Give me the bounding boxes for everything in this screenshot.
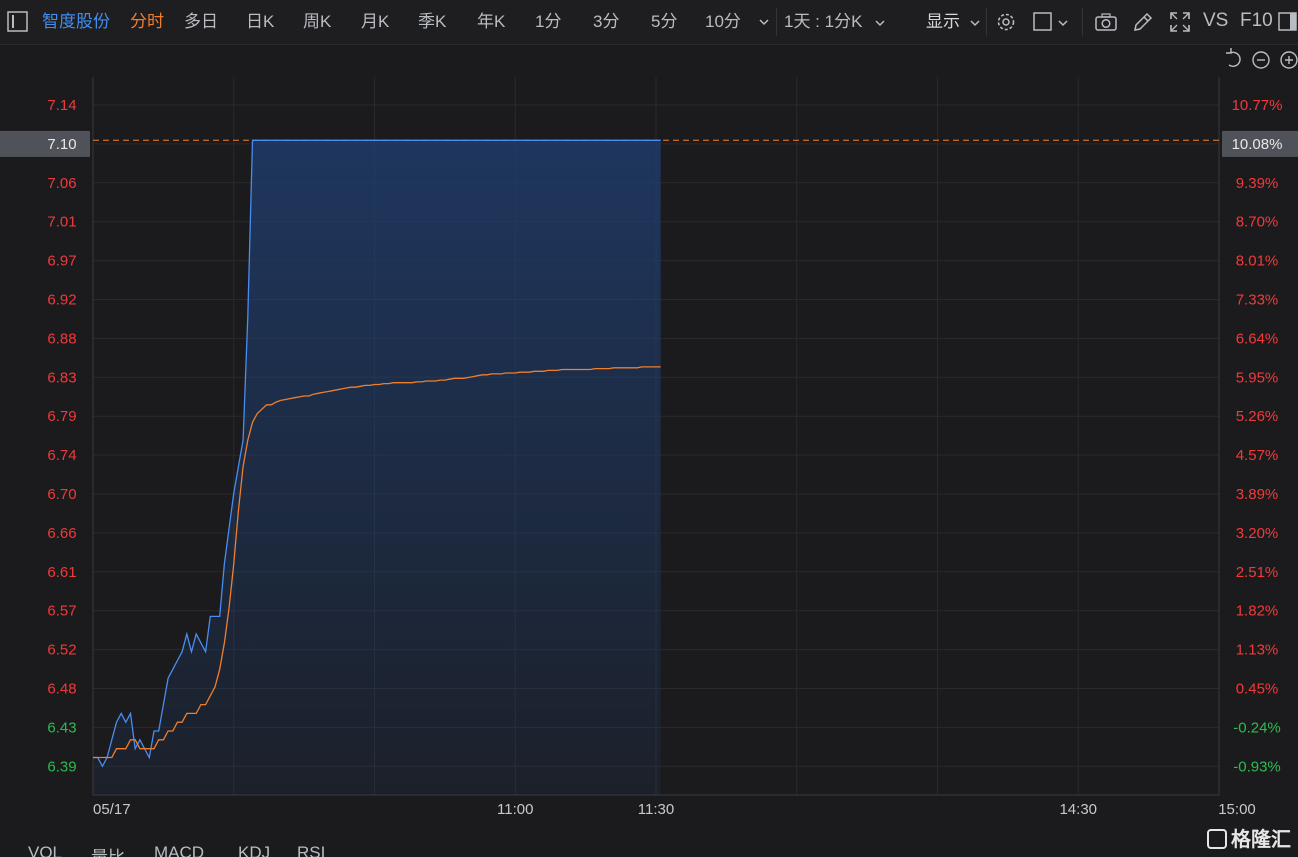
pct-tick-label: 1.13% <box>1236 642 1279 659</box>
pct-tick-label: 5.26% <box>1236 408 1279 425</box>
pct-tick-label: 8.01% <box>1236 253 1279 270</box>
more-intervals-chevron-icon[interactable] <box>758 13 770 35</box>
pct-tick-label: 1.82% <box>1236 603 1279 620</box>
price-tick-label: 6.79 <box>47 408 76 425</box>
camera-icon[interactable] <box>1094 10 1118 34</box>
tab-10min[interactable]: 10分 <box>705 11 741 33</box>
price-tick-label: 7.14 <box>47 97 76 114</box>
price-tick-label: 6.97 <box>47 253 76 270</box>
price-tick-label: 6.39 <box>47 758 76 775</box>
tab-yearly-k[interactable]: 年K <box>477 11 505 33</box>
pct-tick-label: 5.95% <box>1236 369 1279 386</box>
watermark: 格隆汇 <box>1207 823 1291 852</box>
price-tick-label: 6.83 <box>47 369 76 386</box>
price-tick-label: 6.66 <box>47 525 76 542</box>
time-tick-label: 15:00 <box>1218 801 1256 818</box>
tab-kdj[interactable]: KDJ <box>238 843 270 857</box>
price-tick-label: 6.61 <box>47 564 76 581</box>
window-icon[interactable] <box>1276 10 1298 34</box>
pct-tick-label: 3.20% <box>1236 525 1279 542</box>
time-tick-label: 14:30 <box>1059 801 1097 818</box>
layout-square-icon[interactable] <box>1032 10 1056 34</box>
tab-quarterly-k[interactable]: 季K <box>418 11 446 33</box>
pct-tick-label: 2.51% <box>1236 564 1279 581</box>
tab-volume-ratio[interactable]: 量比 <box>91 843 125 857</box>
price-tick-label: 7.06 <box>47 175 76 192</box>
pct-tick-label: -0.93% <box>1233 758 1281 775</box>
f10-button[interactable]: F10 <box>1240 10 1273 32</box>
time-tick-label: 11:00 <box>497 801 533 818</box>
price-tick-label: 6.70 <box>47 486 76 503</box>
price-tick-label: 6.92 <box>47 292 76 309</box>
tab-rsi[interactable]: RSI <box>297 843 325 857</box>
pct-tick-label: 6.64% <box>1236 330 1279 347</box>
pct-tick-label: 10.08% <box>1232 136 1283 153</box>
price-tick-label: 7.01 <box>47 214 76 231</box>
intraday-chart[interactable]: 7.14 7.10 7.06 7.01 6.97 6.92 6.88 6.83 6.79 6.74… <box>0 44 1298 840</box>
tab-vol[interactable]: VOL <box>28 843 62 857</box>
pct-tick-label: 9.39% <box>1236 175 1279 192</box>
pencil-icon[interactable] <box>1131 10 1155 34</box>
gear-icon[interactable] <box>994 10 1018 34</box>
layout-chevron-icon[interactable] <box>1057 13 1069 35</box>
tab-multi-day[interactable]: 多日 <box>184 11 218 33</box>
pct-tick-label: 7.33% <box>1236 292 1279 309</box>
price-tick-label: 6.74 <box>47 447 76 464</box>
price-tick-label: 7.10 <box>47 136 76 153</box>
tab-fenshi[interactable]: 分时 <box>130 11 164 33</box>
tab-daily-k[interactable]: 日K <box>246 11 274 33</box>
pct-tick-label: 0.45% <box>1236 681 1279 698</box>
price-tick-label: 6.48 <box>47 681 76 698</box>
tab-5min[interactable]: 5分 <box>651 11 677 33</box>
pct-tick-label: 10.77% <box>1232 97 1283 114</box>
fullscreen-icon[interactable] <box>1168 10 1192 34</box>
pct-tick-label: 4.57% <box>1236 447 1279 464</box>
gelonghui-logo-icon <box>1207 828 1227 849</box>
zoom-out-icon[interactable] <box>1252 51 1270 69</box>
undo-icon[interactable] <box>1226 48 1241 67</box>
vs-button[interactable]: VS <box>1203 10 1228 32</box>
pct-tick-label: 3.89% <box>1236 486 1279 503</box>
stock-name[interactable]: 智度股份 <box>42 11 110 33</box>
display-chevron-icon[interactable] <box>969 13 981 35</box>
interval-selector[interactable]: 1天 : 1分K <box>784 11 862 33</box>
tab-weekly-k[interactable]: 周K <box>303 11 331 33</box>
indicator-tabs: VOL 量比 MACD KDJ RSI <box>0 840 1298 857</box>
toolbar-divider <box>1082 8 1083 36</box>
tab-macd[interactable]: MACD <box>154 843 204 857</box>
display-menu[interactable]: 显示 <box>926 11 960 33</box>
time-tick-label: 05/17 <box>93 801 131 818</box>
watermark-text: 格隆汇 <box>1231 829 1291 851</box>
toolbar-divider <box>986 8 987 36</box>
interval-chevron-icon[interactable] <box>874 13 886 35</box>
price-tick-label: 6.57 <box>47 603 76 620</box>
price-tick-label: 6.52 <box>47 642 76 659</box>
price-tick-label: 6.43 <box>47 719 76 736</box>
panel-toggle-icon[interactable] <box>6 10 30 34</box>
tab-monthly-k[interactable]: 月K <box>361 11 389 33</box>
zoom-in-icon[interactable] <box>1280 51 1298 69</box>
time-tick-label: 11:30 <box>638 801 674 818</box>
pct-tick-label: 8.70% <box>1236 214 1279 231</box>
toolbar: 智度股份 分时 多日 日K 周K 月K 季K 年K 1分 3分 5分 10分 1… <box>0 0 1298 45</box>
price-tick-label: 6.88 <box>47 330 76 347</box>
price-area <box>93 140 661 796</box>
tab-1min[interactable]: 1分 <box>535 11 561 33</box>
tab-3min[interactable]: 3分 <box>593 11 619 33</box>
toolbar-divider <box>776 8 777 36</box>
pct-tick-label: -0.24% <box>1233 719 1281 736</box>
